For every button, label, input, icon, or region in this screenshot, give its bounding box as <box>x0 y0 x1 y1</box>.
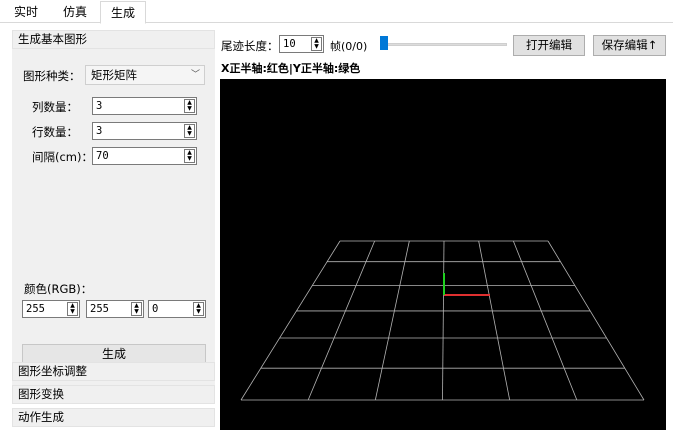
cols-spinbox[interactable]: 3 ▲ ▼ <box>92 97 197 115</box>
cols-label: 列数量： <box>32 100 78 114</box>
trail-length-value: 10 <box>283 38 296 50</box>
spacing-spinbox[interactable]: 70 ▲ ▼ <box>92 147 197 165</box>
axis-color-caption: X正半轴:红色|Y正半轴:绿色 <box>221 62 361 75</box>
section-transform[interactable]: 图形变换 <box>12 385 215 404</box>
trail-length-spinbox[interactable]: 10 ▲ ▼ <box>279 35 324 53</box>
decrement-icon[interactable]: ▼ <box>185 156 194 162</box>
color-g-value: 255 <box>90 303 109 315</box>
frame-slider-thumb[interactable] <box>380 36 388 50</box>
decrement-icon[interactable]: ▼ <box>194 309 203 315</box>
color-r-stepper[interactable]: ▲ ▼ <box>67 302 78 316</box>
rows-stepper[interactable]: ▲ ▼ <box>184 124 195 138</box>
grid-line-vertical <box>547 240 645 401</box>
generate-basic-body: 图形种类： 矩形矩阵 ﹀ 列数量： 3 ▲ ▼ 行数量： 3 ▲ ▼ 间隔(cm… <box>12 49 215 385</box>
section-coord-adjust[interactable]: 图形坐标调整 <box>12 362 215 381</box>
decrement-icon[interactable]: ▼ <box>68 309 77 315</box>
trail-length-label: 尾迹长度： <box>221 39 279 53</box>
trail-length-stepper[interactable]: ▲ ▼ <box>311 37 322 51</box>
cols-value: 3 <box>96 100 103 112</box>
viewport-canvas <box>240 240 645 401</box>
color-r-value: 255 <box>26 303 45 315</box>
3d-viewport[interactable] <box>220 79 666 430</box>
shape-type-label: 图形种类： <box>23 69 81 83</box>
grid-line-vertical <box>442 240 445 401</box>
spacing-label: 间隔(cm)： <box>32 150 93 164</box>
color-g-spinbox[interactable]: 255 ▲ ▼ <box>86 300 144 318</box>
spacing-value: 70 <box>96 150 109 162</box>
tab-realtime[interactable]: 实时 <box>4 3 48 23</box>
color-g-stepper[interactable]: ▲ ▼ <box>131 302 142 316</box>
decrement-icon[interactable]: ▼ <box>185 106 194 112</box>
rows-label: 行数量： <box>32 125 78 139</box>
spacing-stepper[interactable]: ▲ ▼ <box>184 149 195 163</box>
chevron-down-icon: ﹀ <box>190 70 200 80</box>
shape-type-value: 矩形矩阵 <box>91 68 137 82</box>
grid-line-vertical <box>240 240 341 401</box>
grid-line-vertical <box>512 240 578 401</box>
rows-spinbox[interactable]: 3 ▲ ▼ <box>92 122 197 140</box>
decrement-icon[interactable]: ▼ <box>132 309 141 315</box>
grid-line-vertical <box>307 240 376 401</box>
color-b-value: 0 <box>152 303 159 315</box>
frame-counter: 帧(0/0) <box>330 40 368 53</box>
cols-stepper[interactable]: ▲ ▼ <box>184 99 195 113</box>
tab-generate[interactable]: 生成 <box>100 1 146 24</box>
tab-simulation[interactable]: 仿真 <box>52 3 98 23</box>
grid-line-vertical <box>374 240 410 401</box>
rows-value: 3 <box>96 125 103 137</box>
color-label: 颜色(RGB)： <box>24 282 93 296</box>
frame-slider-track[interactable] <box>381 43 507 46</box>
grid-line-vertical <box>478 240 511 401</box>
decrement-icon[interactable]: ▼ <box>185 131 194 137</box>
shape-type-combo[interactable]: 矩形矩阵 ﹀ <box>85 65 205 85</box>
tab-bar: 实时 仿真 生成 <box>0 0 673 24</box>
color-b-stepper[interactable]: ▲ ▼ <box>193 302 204 316</box>
section-action-gen[interactable]: 动作生成 <box>12 408 215 427</box>
save-edit-button[interactable]: 保存编辑↑ <box>593 35 666 56</box>
open-edit-button[interactable]: 打开编辑 <box>513 35 585 56</box>
left-panel: 生成基本图形 图形种类： 矩形矩阵 ﹀ 列数量： 3 ▲ ▼ 行数量： 3 ▲ … <box>12 30 215 430</box>
color-r-spinbox[interactable]: 255 ▲ ▼ <box>22 300 80 318</box>
color-b-spinbox[interactable]: 0 ▲ ▼ <box>148 300 206 318</box>
section-generate-basic[interactable]: 生成基本图形 <box>12 30 215 49</box>
decrement-icon[interactable]: ▼ <box>312 44 321 50</box>
